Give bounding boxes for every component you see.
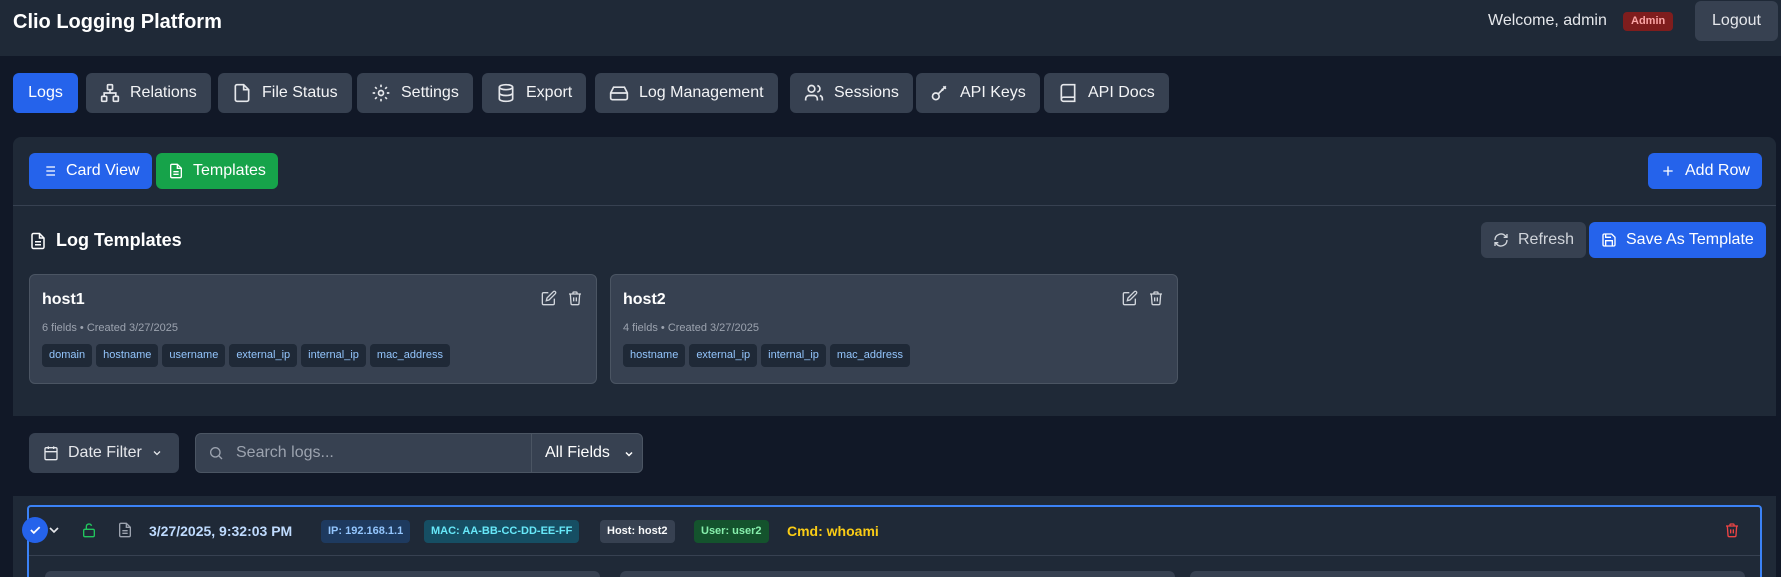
add-row-button[interactable]: Add Row bbox=[1648, 153, 1762, 189]
tab-relations[interactable]: Relations bbox=[86, 73, 211, 113]
database-icon bbox=[498, 83, 514, 103]
tab-api-docs[interactable]: API Docs bbox=[1044, 73, 1169, 113]
save-icon bbox=[1602, 233, 1616, 247]
field-chip: internal_ip bbox=[301, 344, 366, 367]
field-chip: domain bbox=[42, 344, 93, 367]
tab-label: Export bbox=[526, 84, 573, 101]
field-select-value: All Fields bbox=[545, 444, 610, 461]
list-icon bbox=[43, 166, 55, 176]
template-meta: 6 fields • Created 3/27/2025 bbox=[42, 322, 178, 334]
search-placeholder: Search logs... bbox=[236, 444, 334, 461]
search-icon bbox=[210, 447, 223, 460]
tab-log-management[interactable]: Log Management bbox=[595, 73, 778, 113]
welcome-text: Welcome, admin bbox=[1488, 12, 1607, 29]
field-chip: external_ip bbox=[229, 344, 298, 367]
field-chip: external_ip bbox=[689, 344, 758, 367]
gear-icon bbox=[372, 84, 390, 102]
command-text: Cmd: whoami bbox=[787, 523, 879, 539]
top-bar: Clio Logging Platform Welcome, admin Adm… bbox=[0, 0, 1781, 57]
logout-button[interactable]: Logout bbox=[1695, 1, 1778, 41]
template-card-host1[interactable]: host1 6 fields • Created 3/27/2025 domai… bbox=[29, 274, 597, 384]
tab-label: Settings bbox=[401, 84, 459, 101]
trash-icon[interactable] bbox=[1148, 290, 1164, 306]
check-icon bbox=[30, 526, 41, 535]
trash-icon[interactable] bbox=[1724, 522, 1740, 538]
save-as-template-button[interactable]: Save As Template bbox=[1589, 222, 1766, 258]
tab-label: Sessions bbox=[834, 84, 899, 101]
tab-label: API Keys bbox=[960, 84, 1026, 101]
template-field-list: domain hostname username external_ip int… bbox=[42, 344, 450, 367]
refresh-label: Refresh bbox=[1518, 231, 1575, 248]
templates-button[interactable]: Templates bbox=[156, 153, 278, 189]
log-timestamp: 3/27/2025, 9:32:03 PM bbox=[149, 523, 293, 539]
app-title: Clio Logging Platform bbox=[13, 11, 222, 33]
chevron-down-icon[interactable] bbox=[46, 522, 62, 538]
field-card bbox=[620, 571, 1175, 577]
save-as-template-label: Save As Template bbox=[1626, 231, 1754, 248]
tab-sessions[interactable]: Sessions bbox=[790, 73, 913, 113]
unlock-icon[interactable] bbox=[81, 522, 97, 538]
tab-label: Logs bbox=[28, 84, 63, 101]
date-filter-button[interactable]: Date Filter bbox=[29, 433, 179, 473]
edit-icon[interactable] bbox=[541, 290, 557, 306]
file-text-icon bbox=[170, 163, 182, 179]
card-view-button[interactable]: Card View bbox=[29, 153, 152, 189]
tab-api-keys[interactable]: API Keys bbox=[916, 73, 1040, 113]
template-name: host2 bbox=[623, 291, 666, 308]
chevron-down-icon bbox=[625, 451, 633, 457]
network-icon bbox=[100, 83, 120, 103]
tab-export[interactable]: Export bbox=[482, 73, 587, 113]
mac-badge: MAC: AA-BB-CC-DD-EE-FF bbox=[424, 520, 580, 543]
calendar-icon bbox=[44, 446, 58, 461]
field-chip: internal_ip bbox=[761, 344, 826, 367]
template-meta: 4 fields • Created 3/27/2025 bbox=[623, 322, 759, 334]
host-badge: Host: host2 bbox=[600, 520, 675, 543]
tab-label: API Docs bbox=[1088, 84, 1155, 101]
tab-logs[interactable]: Logs bbox=[13, 73, 78, 113]
book-icon bbox=[1060, 83, 1076, 103]
selected-check[interactable] bbox=[22, 517, 48, 543]
template-card-host2[interactable]: host2 4 fields • Created 3/27/2025 hostn… bbox=[610, 274, 1178, 384]
field-chip: hostname bbox=[623, 344, 686, 367]
row-divider bbox=[29, 555, 1760, 556]
field-card bbox=[45, 571, 600, 577]
field-chip: hostname bbox=[96, 344, 159, 367]
search-input[interactable]: Search logs... bbox=[195, 433, 532, 473]
edit-icon[interactable] bbox=[1122, 290, 1138, 306]
log-templates-heading: Log Templates bbox=[29, 230, 182, 251]
log-row[interactable] bbox=[27, 505, 1762, 577]
tab-settings[interactable]: Settings bbox=[357, 73, 473, 113]
tab-label: Log Management bbox=[639, 84, 764, 101]
file-text-icon bbox=[31, 232, 45, 249]
role-badge: Admin bbox=[1623, 12, 1674, 31]
users-icon bbox=[804, 84, 824, 101]
file-icon bbox=[234, 83, 250, 103]
file-icon[interactable] bbox=[117, 522, 133, 538]
field-chip: username bbox=[162, 344, 226, 367]
template-field-list: hostname external_ip internal_ip mac_add… bbox=[623, 344, 910, 367]
trash-icon[interactable] bbox=[567, 290, 583, 306]
refresh-icon bbox=[1494, 233, 1508, 247]
tab-label: Relations bbox=[130, 84, 197, 101]
hard-drive-icon bbox=[609, 86, 629, 101]
add-row-label: Add Row bbox=[1685, 162, 1750, 179]
key-icon bbox=[931, 85, 947, 101]
plus-icon bbox=[1663, 166, 1673, 176]
field-chip: mac_address bbox=[829, 344, 910, 367]
user-badge: User: user2 bbox=[694, 520, 769, 543]
field-card bbox=[1190, 571, 1745, 577]
date-filter-label: Date Filter bbox=[68, 444, 142, 461]
refresh-button[interactable]: Refresh bbox=[1481, 222, 1587, 258]
chevron-down-icon bbox=[153, 451, 161, 456]
template-name: host1 bbox=[42, 291, 85, 308]
tab-file-status[interactable]: File Status bbox=[218, 73, 352, 113]
section-title-text: Log Templates bbox=[56, 230, 182, 250]
card-view-label: Card View bbox=[66, 162, 140, 179]
field-select[interactable]: All Fields bbox=[531, 433, 643, 473]
tab-label: File Status bbox=[262, 84, 338, 101]
ip-badge: IP: 192.168.1.1 bbox=[321, 520, 411, 543]
field-chip: mac_address bbox=[369, 344, 450, 367]
templates-label: Templates bbox=[193, 162, 266, 179]
